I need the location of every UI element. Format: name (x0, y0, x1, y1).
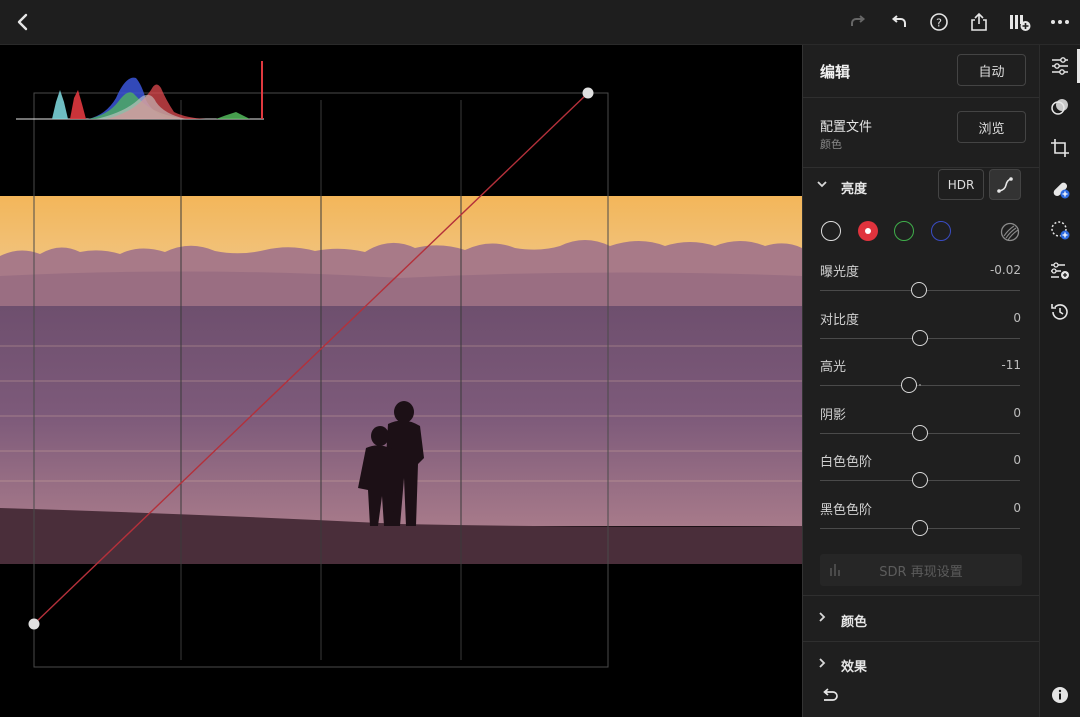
hdr-button[interactable]: HDR (938, 169, 984, 200)
svg-text:?: ? (936, 17, 942, 30)
light-collapse-chevron-icon[interactable] (816, 178, 828, 193)
panel-header: 编辑 自动 (803, 45, 1040, 98)
slider-thumb[interactable] (912, 330, 928, 346)
profile-label: 配置文件 (820, 120, 873, 135)
slider-value[interactable]: 0 (961, 406, 1021, 420)
channel-green-button[interactable] (894, 221, 914, 241)
target-adjust-icon[interactable] (999, 221, 1021, 243)
slider-thumb[interactable] (912, 472, 928, 488)
edit-panel: 编辑 自动 配置文件 颜色 浏览 亮度 HDR 曝光度 -0.02 对比度 0 高光 -1… (802, 45, 1040, 717)
slider-thumb[interactable] (911, 282, 927, 298)
slider-label: 对比度 (820, 313, 860, 328)
slider-value[interactable]: -11 (961, 358, 1021, 372)
more-icon[interactable] (1046, 8, 1074, 36)
sdr-label: SDR 再现设置 (879, 564, 963, 580)
sdr-settings-button[interactable]: SDR 再现设置 (820, 554, 1022, 586)
channel-red-button[interactable] (858, 221, 878, 241)
slider-label: 曝光度 (820, 265, 860, 280)
histogram (16, 61, 264, 120)
masking-icon[interactable] (1048, 95, 1072, 119)
panel-title: 编辑 (820, 63, 851, 81)
info-icon[interactable] (1048, 683, 1072, 707)
add-preset-icon[interactable] (1006, 8, 1034, 36)
channel-blue-button[interactable] (931, 221, 951, 241)
color-section-title[interactable]: 颜色 (841, 611, 867, 630)
back-icon[interactable] (8, 8, 36, 36)
edit-sliders-icon[interactable] (1048, 54, 1072, 78)
auto-button[interactable]: 自动 (957, 54, 1026, 86)
slider-value[interactable]: 0 (961, 453, 1021, 467)
presets-icon[interactable] (1048, 259, 1072, 283)
slider-label: 白色色阶 (820, 455, 873, 470)
effects-section-title[interactable]: 效果 (841, 656, 867, 675)
healing-icon[interactable] (1048, 177, 1072, 201)
slider-label: 高光 (820, 360, 847, 375)
image-canvas[interactable] (0, 45, 802, 717)
curve-point-white (582, 87, 594, 99)
profile-row: 配置文件 颜色 浏览 (803, 98, 1040, 168)
top-toolbar: ? (0, 0, 1080, 45)
share-icon[interactable] (965, 8, 993, 36)
undo-icon[interactable] (885, 8, 913, 36)
effects-expand-chevron-icon[interactable] (817, 657, 827, 672)
slider-thumb[interactable] (912, 425, 928, 441)
slider-thumb[interactable] (901, 377, 917, 393)
redo-icon[interactable] (844, 8, 872, 36)
profile-value: 颜色 (820, 138, 842, 151)
slider-label: 阴影 (820, 408, 847, 423)
browse-button[interactable]: 浏览 (957, 111, 1026, 143)
channel-white-button[interactable] (821, 221, 841, 241)
slider-value[interactable]: -0.02 (961, 263, 1021, 277)
curve-icon[interactable] (989, 169, 1021, 200)
slider-center-mark (919, 384, 921, 386)
slider-value[interactable]: 0 (961, 311, 1021, 325)
slider-label: 黑色色阶 (820, 503, 873, 518)
color-expand-chevron-icon[interactable] (817, 611, 827, 626)
selective-icon[interactable] (1048, 218, 1072, 242)
help-icon[interactable]: ? (925, 8, 953, 36)
slider-thumb[interactable] (912, 520, 928, 536)
crop-icon[interactable] (1048, 136, 1072, 160)
history-icon[interactable] (1048, 300, 1072, 324)
sdr-icon (830, 562, 840, 580)
reset-icon[interactable] (820, 687, 842, 705)
curve-point-black (28, 618, 40, 630)
tone-curve-overlay[interactable] (0, 45, 802, 717)
tool-rail (1039, 45, 1080, 717)
light-section-title[interactable]: 亮度 (841, 178, 867, 197)
slider-value[interactable]: 0 (961, 501, 1021, 515)
